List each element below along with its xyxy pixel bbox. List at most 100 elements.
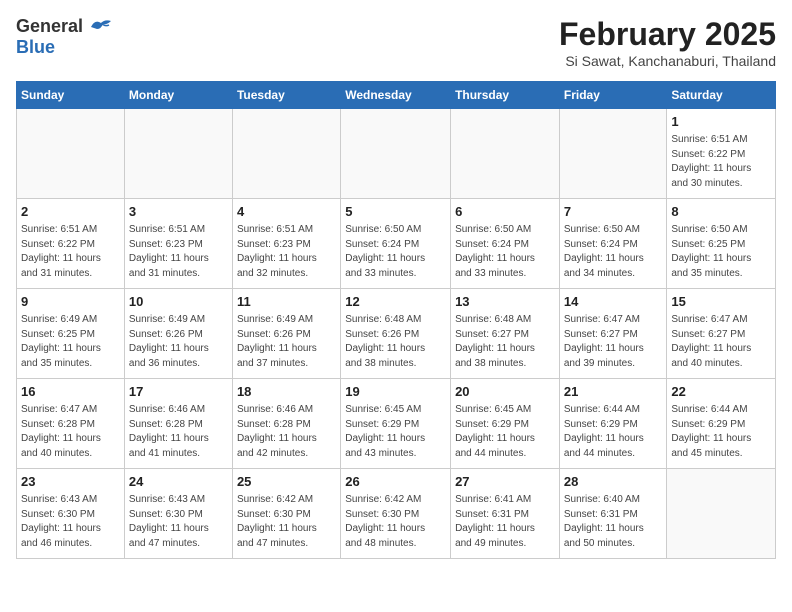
- calendar-cell: 7 Sunrise: 6:50 AM Sunset: 6:24 PM Daylig…: [559, 199, 667, 289]
- day-info: Sunrise: 6:50 AM Sunset: 6:25 PM Dayligh…: [671, 223, 771, 281]
- calendar-cell: 23 Sunrise: 6:43 AM Sunset: 6:30 PM Dayli…: [17, 469, 125, 559]
- day-info: Sunrise: 6:40 AM Sunset: 6:31 PM Dayligh…: [564, 493, 663, 551]
- day-info: Sunrise: 6:43 AM Sunset: 6:30 PM Dayligh…: [129, 493, 228, 551]
- day-number: 16: [21, 383, 120, 401]
- calendar-cell: [341, 109, 451, 199]
- calendar-cell: 3 Sunrise: 6:51 AM Sunset: 6:23 PM Daylig…: [124, 199, 232, 289]
- calendar-cell: 15 Sunrise: 6:47 AM Sunset: 6:27 PM Dayli…: [667, 289, 776, 379]
- day-number: 18: [237, 383, 336, 401]
- calendar-week-1: 1 Sunrise: 6:51 AM Sunset: 6:22 PM Daylig…: [17, 109, 776, 199]
- calendar-cell: 9 Sunrise: 6:49 AM Sunset: 6:25 PM Daylig…: [17, 289, 125, 379]
- day-number: 27: [455, 473, 555, 491]
- day-number: 9: [21, 293, 120, 311]
- day-number: 1: [671, 113, 771, 131]
- calendar-cell: 12 Sunrise: 6:48 AM Sunset: 6:26 PM Dayli…: [341, 289, 451, 379]
- day-info: Sunrise: 6:51 AM Sunset: 6:23 PM Dayligh…: [237, 223, 336, 281]
- calendar-cell: 13Sunrise: 6:48 AM Sunset: 6:27 PM Dayli…: [451, 289, 560, 379]
- header-wednesday: Wednesday: [341, 82, 451, 109]
- calendar-cell: 2Sunrise: 6:51 AM Sunset: 6:22 PM Daylig…: [17, 199, 125, 289]
- header-saturday: Saturday: [667, 82, 776, 109]
- calendar-cell: 28 Sunrise: 6:40 AM Sunset: 6:31 PM Dayli…: [559, 469, 667, 559]
- calendar-cell: [124, 109, 232, 199]
- day-number: 8: [671, 203, 771, 221]
- day-number: 22: [671, 383, 771, 401]
- calendar-cell: 10 Sunrise: 6:49 AM Sunset: 6:26 PM Dayli…: [124, 289, 232, 379]
- day-info: Sunrise: 6:49 AM Sunset: 6:26 PM Dayligh…: [129, 313, 228, 371]
- calendar-cell: 24 Sunrise: 6:43 AM Sunset: 6:30 PM Dayli…: [124, 469, 232, 559]
- day-number: 12: [345, 293, 446, 311]
- day-number: 24: [129, 473, 228, 491]
- day-number: 14: [564, 293, 663, 311]
- day-info: Sunrise: 6:51 AM Sunset: 6:22 PM Dayligh…: [671, 133, 771, 191]
- day-number: 28: [564, 473, 663, 491]
- day-info: Sunrise: 6:43 AM Sunset: 6:30 PM Dayligh…: [21, 493, 120, 551]
- calendar-cell: 8 Sunrise: 6:50 AM Sunset: 6:25 PM Daylig…: [667, 199, 776, 289]
- day-info: Sunrise: 6:45 AM Sunset: 6:29 PM Dayligh…: [345, 403, 446, 461]
- calendar-header: Sunday Monday Tuesday Wednesday Thursday…: [17, 82, 776, 109]
- calendar-cell: 4 Sunrise: 6:51 AM Sunset: 6:23 PM Daylig…: [232, 199, 340, 289]
- day-number: 4: [237, 203, 336, 221]
- day-info: Sunrise: 6:51 AM Sunset: 6:23 PM Dayligh…: [129, 223, 228, 281]
- day-info: Sunrise: 6:50 AM Sunset: 6:24 PM Dayligh…: [455, 223, 555, 281]
- calendar-cell: 6 Sunrise: 6:50 AM Sunset: 6:24 PM Daylig…: [451, 199, 560, 289]
- page-header: General Blue February 2025 Si Sawat, Kan…: [16, 16, 776, 69]
- day-info: Sunrise: 6:45 AM Sunset: 6:29 PM Dayligh…: [455, 403, 555, 461]
- day-info: Sunrise: 6:47 AM Sunset: 6:27 PM Dayligh…: [671, 313, 771, 371]
- header-friday: Friday: [559, 82, 667, 109]
- title-section: February 2025 Si Sawat, Kanchanaburi, Th…: [559, 16, 776, 69]
- day-info: Sunrise: 6:49 AM Sunset: 6:26 PM Dayligh…: [237, 313, 336, 371]
- logo-general-text: General: [16, 16, 83, 37]
- day-number: 19: [345, 383, 446, 401]
- calendar-cell: [559, 109, 667, 199]
- day-number: 3: [129, 203, 228, 221]
- calendar-cell: 21 Sunrise: 6:44 AM Sunset: 6:29 PM Dayli…: [559, 379, 667, 469]
- calendar-cell: 1 Sunrise: 6:51 AM Sunset: 6:22 PM Daylig…: [667, 109, 776, 199]
- day-number: 10: [129, 293, 228, 311]
- day-info: Sunrise: 6:49 AM Sunset: 6:25 PM Dayligh…: [21, 313, 120, 371]
- calendar-week-4: 16 Sunrise: 6:47 AM Sunset: 6:28 PM Dayli…: [17, 379, 776, 469]
- calendar-cell: [667, 469, 776, 559]
- day-number: 7: [564, 203, 663, 221]
- logo: General Blue: [16, 16, 115, 58]
- day-number: 17: [129, 383, 228, 401]
- header-tuesday: Tuesday: [232, 82, 340, 109]
- calendar-table: Sunday Monday Tuesday Wednesday Thursday…: [16, 81, 776, 559]
- day-info: Sunrise: 6:51 AM Sunset: 6:22 PM Dayligh…: [21, 223, 120, 281]
- header-row: Sunday Monday Tuesday Wednesday Thursday…: [17, 82, 776, 109]
- day-number: 20: [455, 383, 555, 401]
- day-number: 23: [21, 473, 120, 491]
- day-info: Sunrise: 6:48 AM Sunset: 6:26 PM Dayligh…: [345, 313, 446, 371]
- calendar-title: February 2025: [559, 16, 776, 53]
- calendar-cell: 26 Sunrise: 6:42 AM Sunset: 6:30 PM Dayli…: [341, 469, 451, 559]
- day-number: 11: [237, 293, 336, 311]
- day-number: 15: [671, 293, 771, 311]
- header-monday: Monday: [124, 82, 232, 109]
- calendar-cell: 25Sunrise: 6:42 AM Sunset: 6:30 PM Dayli…: [232, 469, 340, 559]
- calendar-cell: 11 Sunrise: 6:49 AM Sunset: 6:26 PM Dayli…: [232, 289, 340, 379]
- calendar-week-3: 9 Sunrise: 6:49 AM Sunset: 6:25 PM Daylig…: [17, 289, 776, 379]
- calendar-cell: 5Sunrise: 6:50 AM Sunset: 6:24 PM Daylig…: [341, 199, 451, 289]
- header-sunday: Sunday: [17, 82, 125, 109]
- day-info: Sunrise: 6:50 AM Sunset: 6:24 PM Dayligh…: [564, 223, 663, 281]
- day-info: Sunrise: 6:47 AM Sunset: 6:28 PM Dayligh…: [21, 403, 120, 461]
- day-info: Sunrise: 6:41 AM Sunset: 6:31 PM Dayligh…: [455, 493, 555, 551]
- calendar-cell: 22Sunrise: 6:44 AM Sunset: 6:29 PM Dayli…: [667, 379, 776, 469]
- day-info: Sunrise: 6:50 AM Sunset: 6:24 PM Dayligh…: [345, 223, 446, 281]
- header-thursday: Thursday: [451, 82, 560, 109]
- calendar-cell: 18Sunrise: 6:46 AM Sunset: 6:28 PM Dayli…: [232, 379, 340, 469]
- calendar-cell: 19 Sunrise: 6:45 AM Sunset: 6:29 PM Dayli…: [341, 379, 451, 469]
- day-info: Sunrise: 6:47 AM Sunset: 6:27 PM Dayligh…: [564, 313, 663, 371]
- day-number: 26: [345, 473, 446, 491]
- logo-bird-icon: [87, 17, 115, 37]
- day-number: 21: [564, 383, 663, 401]
- day-number: 6: [455, 203, 555, 221]
- day-info: Sunrise: 6:42 AM Sunset: 6:30 PM Dayligh…: [345, 493, 446, 551]
- calendar-cell: 16 Sunrise: 6:47 AM Sunset: 6:28 PM Dayli…: [17, 379, 125, 469]
- calendar-cell: [451, 109, 560, 199]
- calendar-body: 1 Sunrise: 6:51 AM Sunset: 6:22 PM Daylig…: [17, 109, 776, 559]
- day-info: Sunrise: 6:44 AM Sunset: 6:29 PM Dayligh…: [564, 403, 663, 461]
- calendar-subtitle: Si Sawat, Kanchanaburi, Thailand: [559, 53, 776, 69]
- day-number: 25: [237, 473, 336, 491]
- calendar-cell: 27 Sunrise: 6:41 AM Sunset: 6:31 PM Dayli…: [451, 469, 560, 559]
- day-info: Sunrise: 6:48 AM Sunset: 6:27 PM Dayligh…: [455, 313, 555, 371]
